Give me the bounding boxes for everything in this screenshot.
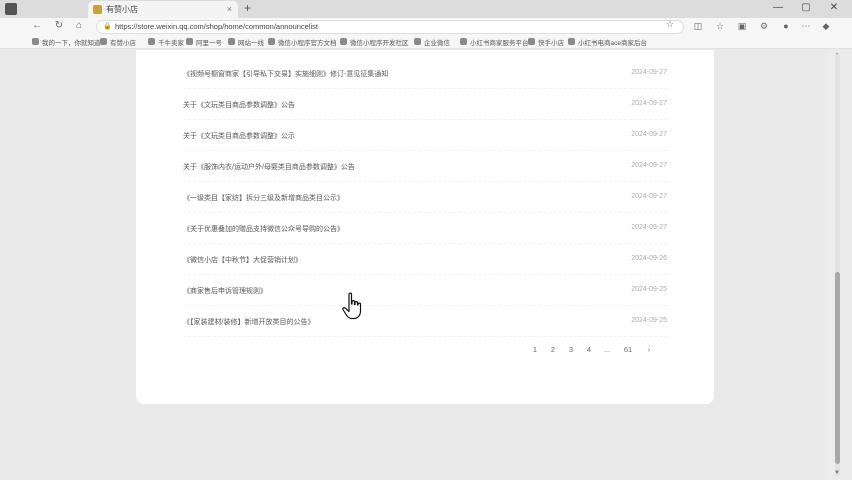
collections-icon[interactable]: ▣ <box>736 21 748 32</box>
browser-titlebar: 有赞小店 × + — ▢ ✕ <box>0 0 852 18</box>
scrollbar-thumb[interactable] <box>835 272 840 464</box>
announcement-title[interactable]: 《视频号橱窗商家【引导私下交易】实施细则》修订-意见征集通知 <box>183 69 388 79</box>
tab-close-icon[interactable]: × <box>227 1 232 18</box>
announcement-title[interactable]: 《【家装建材/装修】新增开放类目的公告》 <box>183 317 314 327</box>
bookmark-item[interactable]: 网站一线 <box>228 37 264 47</box>
profile-icon[interactable]: ● <box>780 21 792 31</box>
browser-app-icon[interactable] <box>5 3 17 15</box>
announcement-date: 2024-09-25 <box>631 317 667 324</box>
announcement-title[interactable]: 关于《文玩类目商品参数调整》公示 <box>183 131 295 141</box>
bookmark-item[interactable]: 微信小程序官方文档 <box>268 37 337 47</box>
announcement-row[interactable]: 《关于优惠叠加的赠品支持微信公众号导购的公告》 2024-09-27 <box>183 213 667 244</box>
page-2-button[interactable]: 2 <box>546 345 560 354</box>
bookmark-item[interactable]: 阿里一号 <box>186 37 222 47</box>
announcement-date: 2024-09-27 <box>631 69 667 76</box>
announcement-date: 2024-09-27 <box>631 224 667 231</box>
minimize-button[interactable]: — <box>768 2 788 13</box>
announcement-date: 2024-09-27 <box>631 193 667 200</box>
browser-toolbar: ← ↻ ⌂ 🔒 https://store.weixin.qq.com/shop… <box>0 18 852 35</box>
reload-icon[interactable]: ↻ <box>52 20 66 31</box>
more-menu-icon[interactable]: ⋯ <box>800 21 812 32</box>
announcement-row[interactable]: 《视频号橱窗商家【引导私下交易】实施细则》修订-意见征集通知 2024-09-2… <box>183 58 667 89</box>
announcement-date: 2024-09-26 <box>631 255 667 262</box>
announcement-row[interactable]: 《商家售后申诉管理规则》 2024-09-25 <box>183 275 667 306</box>
announcement-date: 2024-09-27 <box>631 100 667 107</box>
announcement-title[interactable]: 《一级类目【家纺】拆分三级及新增商品类目公示》 <box>183 193 344 203</box>
home-icon[interactable]: ⌂ <box>72 20 86 31</box>
bookmark-item[interactable]: 我的一下，你就知道 <box>32 37 101 47</box>
announcement-title[interactable]: 关于《文玩类目商品参数调整》公告 <box>183 100 295 110</box>
bookmark-item[interactable]: 有赞小店 <box>100 37 136 47</box>
tab-title: 有赞小店 <box>106 5 138 14</box>
url-text: https://store.weixin.qq.com/shop/home/co… <box>115 22 319 31</box>
tab-favicon-icon <box>93 5 102 14</box>
page-ellipsis: ... <box>603 345 611 354</box>
address-bar[interactable]: 🔒 https://store.weixin.qq.com/shop/home/… <box>96 20 684 34</box>
page-1-button[interactable]: 1 <box>528 345 542 354</box>
copilot-icon[interactable]: ◆ <box>820 21 832 32</box>
announcement-row[interactable]: 《一级类目【家纺】拆分三级及新增商品类目公示》 2024-09-27 <box>183 182 667 213</box>
bookmark-item[interactable]: 微信小程序开发社区 <box>340 37 409 47</box>
announcement-date: 2024-09-25 <box>631 286 667 293</box>
new-tab-button[interactable]: + <box>244 1 251 15</box>
announcement-card: 《视频号橱窗商家【引导私下交易】实施细则》修订-意见征集通知 2024-09-2… <box>136 50 714 404</box>
page-4-button[interactable]: 4 <box>582 345 596 354</box>
split-screen-icon[interactable]: ◫ <box>692 21 704 32</box>
page-3-button[interactable]: 3 <box>564 345 578 354</box>
bookmark-item[interactable]: 企业微信 <box>414 37 450 47</box>
page-viewport: 《视频号橱窗商家【引导私下交易】实施细则》修订-意见征集通知 2024-09-2… <box>27 50 825 480</box>
announcement-date: 2024-09-27 <box>631 131 667 138</box>
announcement-title[interactable]: 关于《服饰内衣/运动户外/母婴类目商品参数调整》公告 <box>183 162 355 172</box>
bookmark-item[interactable]: 快手小店 <box>528 37 564 47</box>
next-page-button[interactable]: › <box>642 345 656 354</box>
back-arrow-icon[interactable]: ← <box>30 20 44 31</box>
extensions-icon[interactable]: ⚙ <box>758 21 770 32</box>
bookmark-item[interactable]: 小红书电商ace商家后台 <box>568 37 647 47</box>
announcement-row[interactable]: 关于《文玩类目商品参数调整》公示 2024-09-27 <box>183 120 667 151</box>
lock-icon: 🔒 <box>103 23 112 30</box>
bookmark-item[interactable]: 千牛卖家 <box>148 37 184 47</box>
favorites-icon[interactable]: ☆ <box>714 21 726 32</box>
bookmarks-bar: 我的一下，你就知道 有赞小店 千牛卖家 阿里一号 网站一线 微信小程序官方文档 … <box>0 35 852 49</box>
announcement-row[interactable]: 关于《服饰内衣/运动户外/母婴类目商品参数调整》公告 2024-09-27 <box>183 151 667 182</box>
close-window-button[interactable]: ✕ <box>824 2 844 13</box>
announcement-row[interactable]: 《微信小店【中秋节】大促营销计划》 2024-09-26 <box>183 244 667 275</box>
hand-pointer-cursor-icon <box>342 292 362 320</box>
announcement-row[interactable]: 关于《文玩类目商品参数调整》公告 2024-09-27 <box>183 89 667 120</box>
bookmark-item[interactable]: 小红书商家服务平台 <box>460 37 529 47</box>
page-61-button[interactable]: 61 <box>621 345 635 354</box>
pagination: 1 2 3 4 ... 61 › <box>528 345 662 357</box>
announcement-row[interactable]: 《【家装建材/装修】新增开放类目的公告》 2024-09-25 <box>183 306 667 337</box>
announcement-title[interactable]: 《关于优惠叠加的赠品支持微信公众号导购的公告》 <box>183 224 344 234</box>
favorite-star-icon[interactable]: ☆ <box>666 19 674 30</box>
announcement-title[interactable]: 《微信小店【中秋节】大促营销计划》 <box>183 255 302 265</box>
announcement-date: 2024-09-27 <box>631 162 667 169</box>
scroll-down-arrow-icon[interactable]: ▼ <box>834 470 840 476</box>
browser-tab-active[interactable]: 有赞小店 × <box>88 1 238 18</box>
maximize-button[interactable]: ▢ <box>796 2 816 13</box>
announcement-title[interactable]: 《商家售后申诉管理规则》 <box>183 286 267 296</box>
page-scrollbar[interactable]: ▲ ▼ <box>825 50 852 480</box>
